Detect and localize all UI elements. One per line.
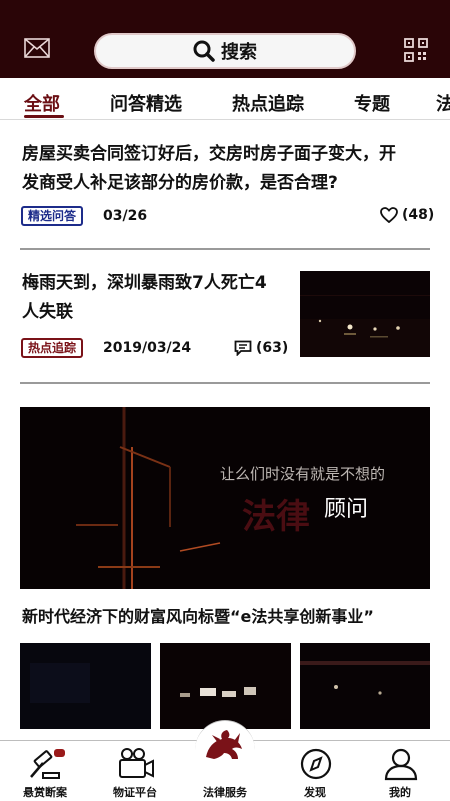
banner-image xyxy=(20,407,430,589)
gallery-image-3[interactable] xyxy=(300,643,430,729)
divider xyxy=(20,248,430,250)
night-flood-image xyxy=(300,271,430,357)
comment-count-value: (63) xyxy=(256,340,289,356)
article-date: 03/26 xyxy=(103,208,148,224)
gallery-photo-2 xyxy=(160,643,291,729)
tag-qa-picks: 精选问答 xyxy=(21,206,84,226)
legal-services-center-button[interactable] xyxy=(195,720,255,760)
comment-count[interactable]: (63) xyxy=(234,340,288,356)
mail-icon[interactable] xyxy=(24,38,50,58)
gallery-photo-3 xyxy=(300,643,430,729)
gavel-icon xyxy=(30,749,65,779)
dragon-logo-icon xyxy=(206,730,242,759)
comment-icon xyxy=(234,340,252,356)
article-title-line2: 人失联 xyxy=(22,302,73,322)
top-header: 搜索 xyxy=(0,0,450,78)
user-icon xyxy=(384,748,418,781)
qr-code-icon[interactable] xyxy=(404,38,428,62)
category-tabs: 全部 问答精选 热点追踪 专题 法 xyxy=(0,78,450,120)
tag-hot-topics: 热点追踪 xyxy=(21,338,84,358)
banner-subtitle: 顾问 xyxy=(324,497,369,522)
banner-brand-text: 法律 xyxy=(242,497,310,537)
nav-reward-case[interactable]: 悬赏断案 xyxy=(0,741,90,801)
nav-discover[interactable]: 发现 xyxy=(270,741,360,801)
divider xyxy=(20,382,430,384)
article-title-line2: 发商受人补足该部分的房价款，是否合理? xyxy=(22,173,338,193)
tab-hot-topics[interactable]: 热点追踪 xyxy=(232,90,304,116)
like-count[interactable]: (48) xyxy=(380,207,434,223)
nav-label: 法律服务 xyxy=(203,786,247,799)
compass-icon xyxy=(300,748,332,780)
search-icon xyxy=(193,40,215,62)
gallery-image-2[interactable] xyxy=(160,643,291,729)
article-date: 2019/03/24 xyxy=(103,340,192,356)
nav-label: 悬赏断案 xyxy=(23,786,67,799)
camera-icon xyxy=(119,748,154,778)
nav-mine[interactable]: 我的 xyxy=(355,741,445,801)
tab-all[interactable]: 全部 xyxy=(24,90,60,116)
nav-label: 发现 xyxy=(304,786,326,799)
tab-specials[interactable]: 专题 xyxy=(354,90,390,116)
search-label: 搜索 xyxy=(221,42,257,63)
heart-icon xyxy=(380,207,398,223)
article-thumbnail xyxy=(300,271,430,357)
nav-label: 物证平台 xyxy=(113,786,157,799)
nav-label: 我的 xyxy=(389,786,411,799)
article-title-line1: 房屋买卖合同签订好后，交房时房子面子变大，开 xyxy=(22,144,396,164)
banner-slogan: 让么们时没有就是不想的 xyxy=(220,465,386,483)
gallery-photo-1 xyxy=(20,643,151,729)
active-tab-indicator xyxy=(24,115,64,118)
legal-advisor-banner[interactable]: 让么们时没有就是不想的 法律 顾问 xyxy=(20,407,430,589)
article-title-line1: 梅雨天到，深圳暴雨致7人死亡4 xyxy=(22,273,267,293)
nav-evidence-platform[interactable]: 物证平台 xyxy=(90,741,180,801)
like-count-value: (48) xyxy=(402,207,435,223)
gallery-image-1[interactable] xyxy=(20,643,151,729)
search-bar[interactable]: 搜索 xyxy=(94,33,356,69)
tab-law[interactable]: 法 xyxy=(436,90,450,116)
article-title[interactable]: 新时代经济下的财富风向标暨“e法共享创新事业” xyxy=(22,602,374,632)
tab-qa-picks[interactable]: 问答精选 xyxy=(110,90,182,116)
